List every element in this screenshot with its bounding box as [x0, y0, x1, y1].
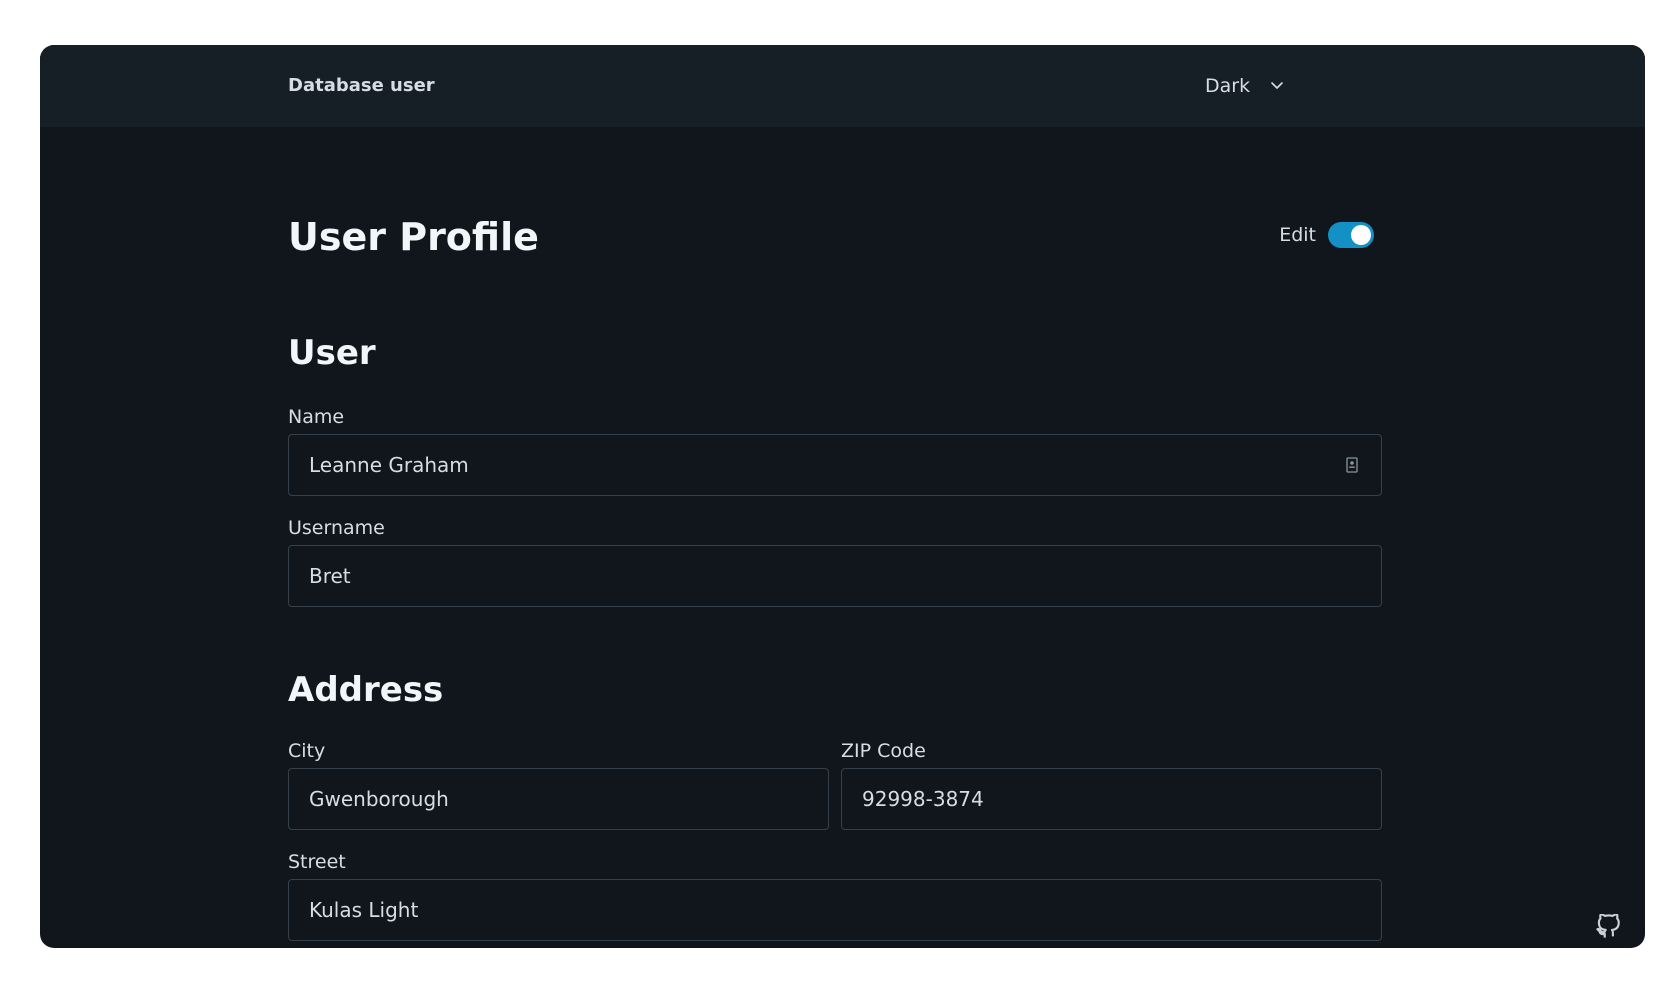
chevron-down-icon — [1271, 82, 1283, 89]
street-field[interactable] — [288, 879, 1382, 941]
username-label: Username — [288, 517, 385, 539]
github-icon[interactable] — [1595, 914, 1621, 940]
theme-select-value: Dark — [1205, 75, 1251, 97]
edit-toggle-group: Edit — [1279, 222, 1374, 248]
theme-select[interactable]: Dark — [1205, 67, 1284, 105]
edit-toggle-knob — [1351, 225, 1371, 245]
user-section-title: User — [288, 333, 376, 373]
top-bar: Database user Dark — [40, 45, 1645, 127]
name-field[interactable] — [288, 434, 1382, 496]
edit-toggle[interactable] — [1328, 222, 1374, 248]
username-field[interactable] — [288, 545, 1382, 607]
address-section-title: Address — [288, 670, 444, 710]
app-title: Database user — [288, 75, 435, 96]
edit-toggle-label: Edit — [1279, 224, 1316, 246]
page-title: User Profile — [288, 215, 539, 259]
contact-card-icon[interactable] — [1346, 457, 1358, 473]
street-label: Street — [288, 851, 346, 873]
city-label: City — [288, 740, 326, 762]
name-label: Name — [288, 406, 345, 428]
city-field[interactable] — [288, 768, 829, 830]
app-window: Database user Dark User Profile Edit Use… — [40, 45, 1645, 948]
zip-code-label: ZIP Code — [841, 740, 926, 762]
zip-code-field[interactable] — [841, 768, 1382, 830]
